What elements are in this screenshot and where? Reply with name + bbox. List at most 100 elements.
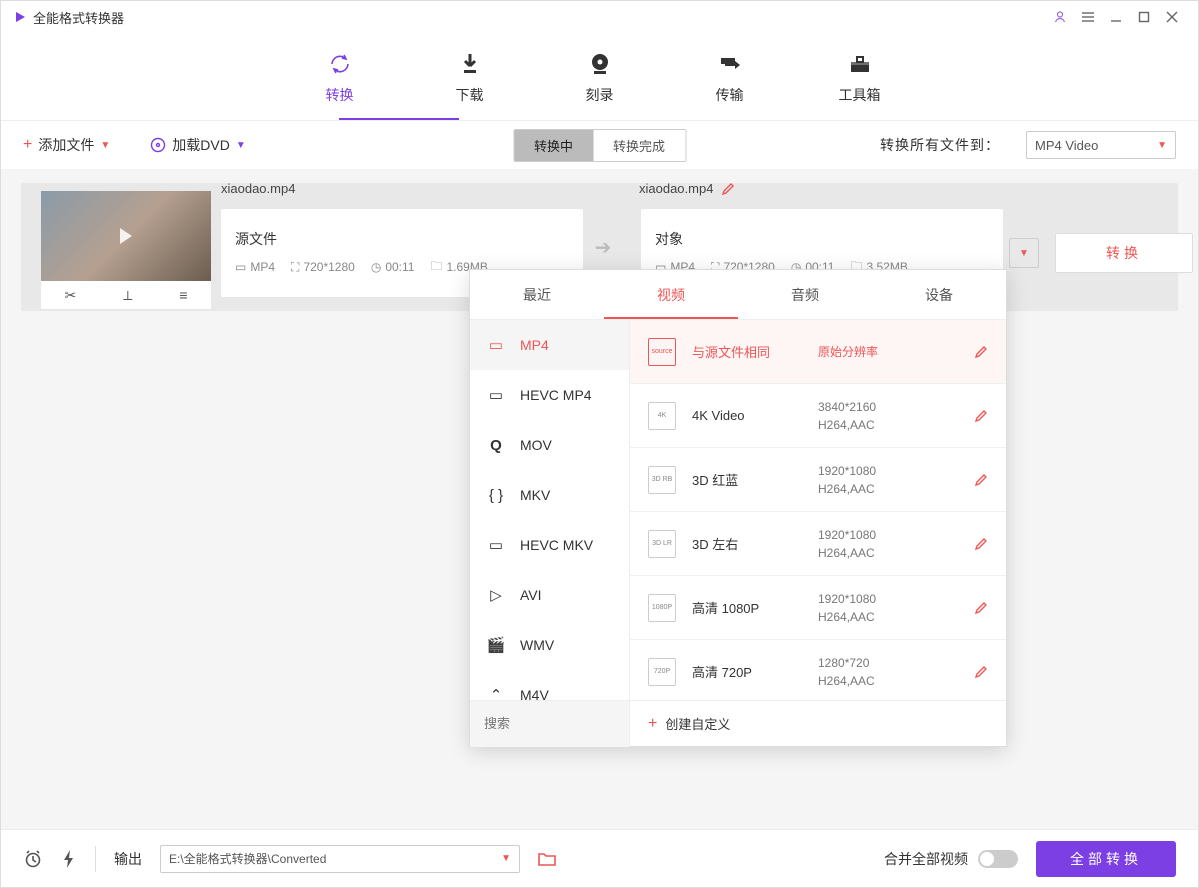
transfer-icon	[716, 49, 744, 79]
preset-icon: 1080P	[648, 594, 676, 622]
format-icon: ▭ MP4	[235, 260, 275, 274]
mkv-icon: { }	[486, 487, 506, 504]
video-thumbnail[interactable]	[41, 191, 211, 281]
format-search[interactable]	[470, 701, 630, 747]
preset-720p[interactable]: 720P 高清 720P 1280*720H264,AAC	[630, 640, 1006, 700]
preset-3d-lr[interactable]: 3D LR 3D 左右 1920*1080H264,AAC	[630, 512, 1006, 576]
preset-1080p[interactable]: 1080P 高清 1080P 1920*1080H264,AAC	[630, 576, 1006, 640]
edit-preset-icon[interactable]	[974, 345, 988, 359]
nav-burn[interactable]: 刻录	[570, 49, 630, 105]
settings-icon[interactable]: ≡	[179, 287, 187, 303]
maximize-icon[interactable]	[1130, 3, 1158, 31]
menu-icon[interactable]	[1074, 3, 1102, 31]
convert-all-button[interactable]: 全部转换	[1036, 841, 1176, 877]
tab-video[interactable]: 视频	[604, 270, 738, 319]
target-filename: xiaodao.mp4	[639, 181, 735, 196]
format-dropdown-panel: 最近 视频 音频 设备 ▭MP4 ▭HEVC MP4 QMOV { }MKV ▭…	[469, 269, 1007, 747]
merge-toggle[interactable]	[978, 850, 1018, 868]
custom-label: 创建自定义	[665, 714, 730, 733]
preset-3d-rb[interactable]: 3D RB 3D 红蓝 1920*1080H264,AAC	[630, 448, 1006, 512]
preset-icon: source	[648, 338, 676, 366]
tab-device[interactable]: 设备	[872, 270, 1006, 319]
edit-preset-icon[interactable]	[974, 537, 988, 551]
target-format-select[interactable]: MP4 Video ▼	[1026, 131, 1176, 159]
hevc-icon: ▭	[486, 386, 506, 404]
wmv-icon: 🎬	[486, 636, 506, 654]
preset-spec: 1280*720H264,AAC	[818, 654, 958, 690]
plus-icon: +	[648, 715, 657, 733]
plus-icon: +	[23, 136, 32, 154]
preset-icon: 4K	[648, 402, 676, 430]
convert-button[interactable]: 转换	[1055, 233, 1193, 273]
crop-icon[interactable]: ⟂	[123, 287, 132, 304]
preset-spec: 原始分辨率	[818, 343, 958, 361]
edit-preset-icon[interactable]	[974, 409, 988, 423]
format-mov[interactable]: QMOV	[470, 420, 629, 470]
dropdown-footer: + 创建自定义	[470, 700, 1006, 746]
target-label: 转换所有文件到：	[880, 135, 1000, 155]
chevron-down-icon: ▼	[100, 140, 110, 151]
tab-audio[interactable]: 音频	[738, 270, 872, 319]
nav-label: 传输	[716, 85, 744, 105]
edit-preset-icon[interactable]	[974, 473, 988, 487]
download-icon	[456, 49, 484, 79]
nav-transfer[interactable]: 传输	[700, 49, 760, 105]
separator	[95, 846, 96, 872]
edit-name-icon[interactable]	[721, 182, 735, 196]
output-format-dropdown[interactable]: ▼	[1009, 238, 1039, 268]
format-hevc-mkv[interactable]: ▭HEVC MKV	[470, 520, 629, 570]
status-segment: 转换中 转换完成	[513, 129, 686, 162]
preset-4k[interactable]: 4K 4K Video 3840*2160H264,AAC	[630, 384, 1006, 448]
merge-label: 合并全部视频	[884, 849, 968, 869]
preset-name: 3D 红蓝	[692, 470, 802, 489]
nav-label: 工具箱	[839, 85, 881, 105]
format-hevc-mp4[interactable]: ▭HEVC MP4	[470, 370, 629, 420]
add-file-button[interactable]: + 添加文件 ▼	[23, 135, 110, 155]
seg-converting[interactable]: 转换中	[514, 130, 593, 161]
add-file-label: 添加文件	[38, 135, 94, 155]
seg-done[interactable]: 转换完成	[593, 130, 685, 161]
output-path-select[interactable]: E:\全能格式转换器\Converted ▼	[160, 845, 520, 873]
preset-list[interactable]: source 与源文件相同 原始分辨率 4K 4K Video 3840*216…	[630, 320, 1006, 700]
arrow-icon: ➔	[583, 235, 623, 260]
chevron-down-icon: ▼	[1019, 248, 1029, 259]
film-icon: ▭	[486, 336, 506, 354]
create-custom-button[interactable]: + 创建自定义	[630, 714, 1006, 733]
preset-same-as-source[interactable]: source 与源文件相同 原始分辨率	[630, 320, 1006, 384]
preset-spec: 1920*1080H264,AAC	[818, 462, 958, 498]
nav-convert[interactable]: 转换	[310, 49, 370, 105]
mov-icon: Q	[486, 437, 506, 454]
open-folder-icon[interactable]	[538, 851, 556, 867]
format-mp4[interactable]: ▭MP4	[470, 320, 629, 370]
load-dvd-button[interactable]: 加载DVD ▼	[150, 135, 245, 155]
format-mkv[interactable]: { }MKV	[470, 470, 629, 520]
alarm-icon[interactable]	[23, 849, 43, 869]
close-icon[interactable]	[1158, 3, 1186, 31]
chevron-down-icon: ▼	[236, 140, 246, 151]
nav-label: 下载	[456, 85, 484, 105]
search-input[interactable]	[470, 701, 629, 747]
content-area: ✂ ⟂ ≡ xiaodao.mp4 xiaodao.mp4 源文件 ▭ MP4	[1, 169, 1198, 829]
source-filename: xiaodao.mp4	[221, 181, 295, 196]
tab-recent[interactable]: 最近	[470, 270, 604, 319]
nav-download[interactable]: 下载	[440, 49, 500, 105]
toolbox-icon	[846, 49, 874, 79]
format-wmv[interactable]: 🎬WMV	[470, 620, 629, 670]
nav-label: 转换	[326, 85, 354, 105]
user-icon[interactable]	[1046, 3, 1074, 31]
nav-toolbox[interactable]: 工具箱	[830, 49, 890, 105]
edit-preset-icon[interactable]	[974, 665, 988, 679]
minimize-icon[interactable]	[1102, 3, 1130, 31]
convert-icon	[326, 49, 354, 79]
format-list[interactable]: ▭MP4 ▭HEVC MP4 QMOV { }MKV ▭HEVC MKV ▷AV…	[470, 320, 630, 700]
edit-preset-icon[interactable]	[974, 601, 988, 615]
format-avi[interactable]: ▷AVI	[470, 570, 629, 620]
preset-icon: 3D RB	[648, 466, 676, 494]
chevron-down-icon: ▼	[1157, 140, 1167, 151]
bolt-icon[interactable]	[61, 849, 77, 869]
load-dvd-label: 加载DVD	[172, 135, 230, 155]
cut-icon[interactable]: ✂	[64, 287, 76, 304]
thumbnail-column: ✂ ⟂ ≡	[21, 183, 221, 311]
resolution: ⛶ 720*1280	[291, 260, 355, 275]
format-m4v[interactable]: ⌃M4V	[470, 670, 629, 700]
